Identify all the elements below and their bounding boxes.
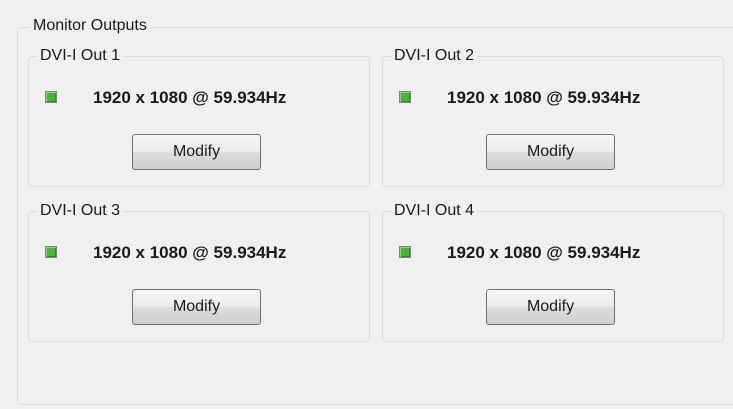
output-group-4: DVI-I Out 4 1920 x 1080 @ 59.934Hz Modif… — [382, 201, 724, 342]
resolution-status: 1920 x 1080 @ 59.934Hz — [447, 88, 641, 107]
output-label: DVI-I Out 3 — [37, 201, 124, 221]
status-led-icon — [45, 246, 57, 258]
modify-button[interactable]: Modify — [486, 289, 615, 325]
status-led-icon — [399, 91, 411, 103]
modify-button[interactable]: Modify — [132, 134, 261, 170]
output-label: DVI-I Out 1 — [37, 46, 124, 66]
output-group-3: DVI-I Out 3 1920 x 1080 @ 59.934Hz Modif… — [28, 201, 370, 342]
output-label: DVI-I Out 4 — [391, 201, 478, 221]
status-led-icon — [399, 246, 411, 258]
resolution-status: 1920 x 1080 @ 59.934Hz — [447, 243, 641, 262]
modify-button[interactable]: Modify — [132, 289, 261, 325]
output-label: DVI-I Out 2 — [391, 46, 478, 66]
output-group-2: DVI-I Out 2 1920 x 1080 @ 59.934Hz Modif… — [382, 46, 724, 187]
resolution-status: 1920 x 1080 @ 59.934Hz — [93, 88, 287, 107]
status-led-icon — [45, 91, 57, 103]
resolution-status: 1920 x 1080 @ 59.934Hz — [93, 243, 287, 262]
modify-button[interactable]: Modify — [486, 134, 615, 170]
monitor-outputs-title: Monitor Outputs — [30, 16, 150, 36]
output-group-1: DVI-I Out 1 1920 x 1080 @ 59.934Hz Modif… — [28, 46, 370, 187]
